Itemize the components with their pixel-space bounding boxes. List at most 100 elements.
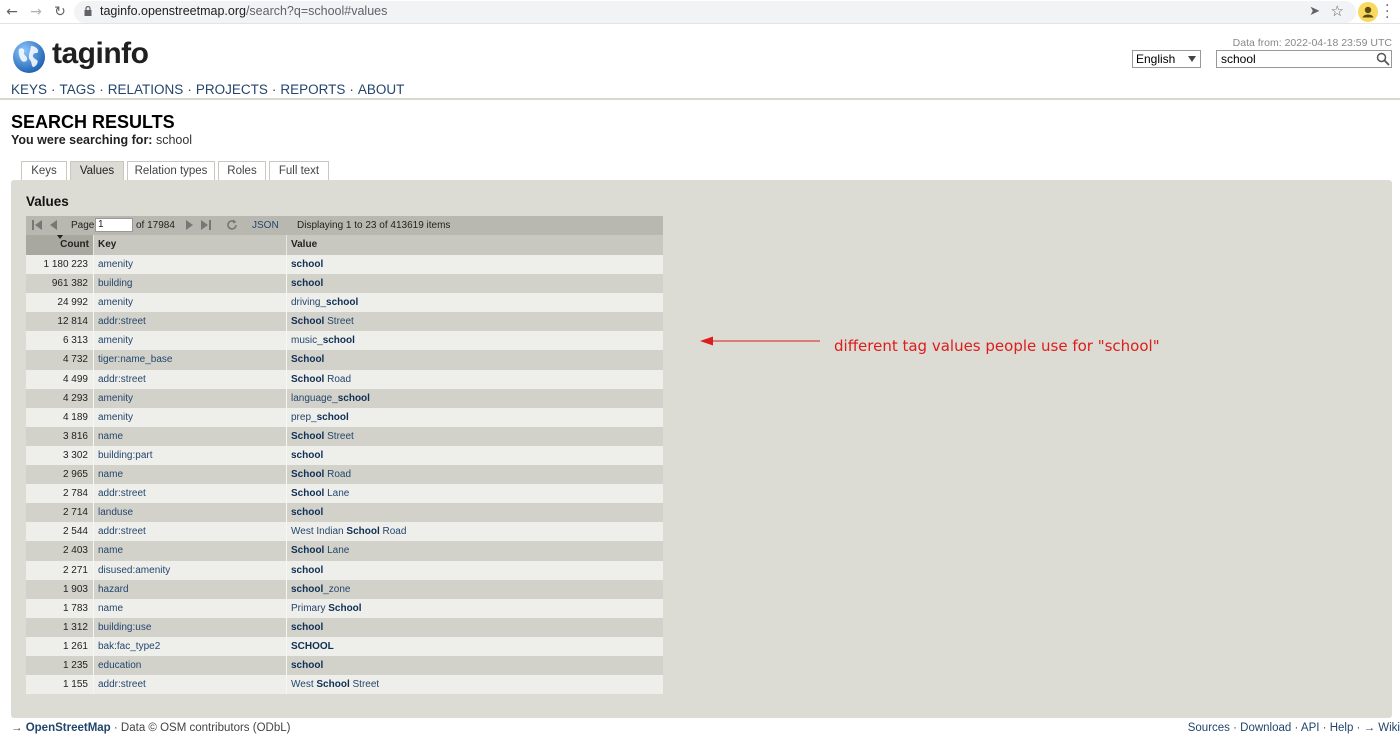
cell-key-link[interactable]: amenity [94, 255, 287, 275]
cell-value-link[interactable]: School Road [287, 465, 663, 484]
cell-value-link[interactable]: school [287, 656, 663, 675]
back-arrow-icon[interactable]: ← [2, 2, 22, 22]
nav-reports[interactable]: REPORTS [280, 82, 345, 97]
cell-key-link[interactable]: name [94, 541, 287, 561]
cell-key-link[interactable]: amenity [94, 293, 287, 313]
tab-full-text[interactable]: Full text [269, 161, 329, 181]
cell-key-link[interactable]: disused:amenity [94, 560, 287, 580]
chevron-down-icon [1188, 56, 1196, 62]
globe-logo-icon[interactable] [12, 40, 46, 74]
json-link[interactable]: JSON [252, 220, 279, 231]
nav-keys[interactable]: KEYS [11, 82, 47, 97]
column-header-value[interactable]: Value [287, 235, 663, 255]
cell-value-link[interactable]: school [287, 503, 663, 522]
cell-key-link[interactable]: addr:street [94, 369, 287, 389]
prev-page-icon[interactable] [47, 219, 59, 231]
cell-value-link[interactable]: school [287, 618, 663, 637]
first-page-icon[interactable] [31, 219, 43, 231]
cell-key-link[interactable]: landuse [94, 503, 287, 523]
table-row: 4 293 amenity language_school [26, 388, 663, 408]
search-icon[interactable] [1376, 52, 1390, 66]
tab-keys[interactable]: Keys [21, 161, 67, 181]
column-header-count[interactable]: Count [26, 235, 94, 255]
cell-value-link[interactable]: School [287, 350, 663, 369]
table-row: 1 180 223 amenity school [26, 255, 663, 275]
cell-key-link[interactable]: building [94, 274, 287, 294]
cell-key-link[interactable]: amenity [94, 407, 287, 427]
reload-icon[interactable]: ↻ [50, 2, 70, 22]
bookmark-star-icon[interactable]: ☆ [1331, 2, 1344, 20]
footer-osm-link[interactable]: OpenStreetMap [26, 722, 111, 734]
footer-left: → OpenStreetMap · Data © OSM contributor… [11, 722, 291, 734]
table-row: 2 714 landuse school [26, 503, 663, 523]
cell-value-link[interactable]: driving_school [287, 293, 663, 312]
site-logo-text[interactable]: taginfo [52, 37, 149, 71]
cell-key-link[interactable]: addr:street [94, 675, 287, 695]
send-tab-icon[interactable]: ➤ [1309, 4, 1320, 19]
cell-key-link[interactable]: building:use [94, 617, 287, 637]
cell-count: 4 499 [26, 369, 94, 389]
footer-sources-link[interactable]: Sources [1188, 722, 1230, 734]
cell-value-link[interactable]: West Indian School Road [287, 522, 663, 541]
tab-roles[interactable]: Roles [218, 161, 266, 181]
cell-value-link[interactable]: music_school [287, 331, 663, 350]
cell-value-link[interactable]: School Road [287, 370, 663, 389]
table-row: 3 302 building:part school [26, 445, 663, 466]
cell-key-link[interactable]: addr:street [94, 484, 287, 504]
cell-key-link[interactable]: tiger:name_base [94, 350, 287, 370]
table-row: 2 544 addr:street West Indian School Road [26, 522, 663, 542]
footer-help-link[interactable]: Help [1330, 722, 1354, 734]
cell-value-link[interactable]: language_school [287, 389, 663, 408]
cell-key-link[interactable]: addr:street [94, 522, 287, 542]
nav-about[interactable]: ABOUT [358, 82, 405, 97]
refresh-icon[interactable] [226, 219, 238, 231]
tab-values[interactable]: Values [70, 161, 124, 181]
cell-value-link[interactable]: prep_school [287, 408, 663, 427]
profile-avatar-icon[interactable] [1358, 2, 1378, 22]
cell-value-link[interactable]: school [287, 255, 663, 274]
language-select[interactable]: English [1132, 50, 1201, 68]
cell-key-link[interactable]: name [94, 465, 287, 485]
cell-key-link[interactable]: name [94, 598, 287, 618]
annotation-text: different tag values people use for "sch… [834, 337, 1160, 355]
cell-value-link[interactable]: School Lane [287, 484, 663, 503]
nav-tags[interactable]: TAGS [60, 82, 96, 97]
site-header: taginfo Data from: 2022-04-18 23:59 UTC … [0, 25, 1400, 100]
cell-value-link[interactable]: School Street [287, 312, 663, 331]
footer-download-link[interactable]: Download [1240, 722, 1291, 734]
forward-arrow-icon[interactable]: → [26, 2, 46, 22]
cell-key-link[interactable]: addr:street [94, 312, 287, 332]
cell-key-link[interactable]: bak:fac_type2 [94, 636, 287, 656]
next-page-icon[interactable] [184, 219, 196, 231]
cell-key-link[interactable]: hazard [94, 579, 287, 599]
cell-value-link[interactable]: school [287, 274, 663, 293]
last-page-icon[interactable] [200, 219, 212, 231]
browser-menu-icon[interactable]: · · · [1385, 0, 1389, 25]
cell-value-link[interactable]: SCHOOL [287, 637, 663, 656]
cell-value-link[interactable]: West School Street [287, 675, 663, 694]
cell-value-link[interactable]: school_zone [287, 580, 663, 599]
cell-key-link[interactable]: education [94, 655, 287, 676]
cell-value-link[interactable]: Primary School [287, 599, 663, 618]
cell-key-link[interactable]: building:part [94, 445, 287, 466]
search-input[interactable]: school [1216, 50, 1392, 68]
address-bar[interactable]: taginfo.openstreetmap.org/search?q=schoo… [74, 1, 1356, 23]
cell-value-link[interactable]: school [287, 561, 663, 580]
table-row: 2 965 name School Road [26, 465, 663, 485]
footer-wiki-link[interactable]: → Wiki [1364, 722, 1400, 734]
cell-count: 2 714 [26, 503, 94, 523]
cell-count: 3 816 [26, 426, 94, 446]
cell-key-link[interactable]: amenity [94, 331, 287, 351]
page-number-input[interactable]: 1 [95, 218, 133, 232]
column-header-key[interactable]: Key [94, 235, 287, 255]
cell-key-link[interactable]: amenity [94, 388, 287, 408]
tab-relation-types[interactable]: Relation types [127, 161, 215, 181]
table-row: 1 261 bak:fac_type2 SCHOOL [26, 636, 663, 656]
cell-key-link[interactable]: name [94, 426, 287, 446]
footer-api-link[interactable]: API [1301, 722, 1320, 734]
cell-value-link[interactable]: School Lane [287, 541, 663, 560]
nav-projects[interactable]: PROJECTS [196, 82, 268, 97]
cell-value-link[interactable]: School Street [287, 427, 663, 446]
nav-relations[interactable]: RELATIONS [108, 82, 184, 97]
cell-value-link[interactable]: school [287, 446, 663, 465]
